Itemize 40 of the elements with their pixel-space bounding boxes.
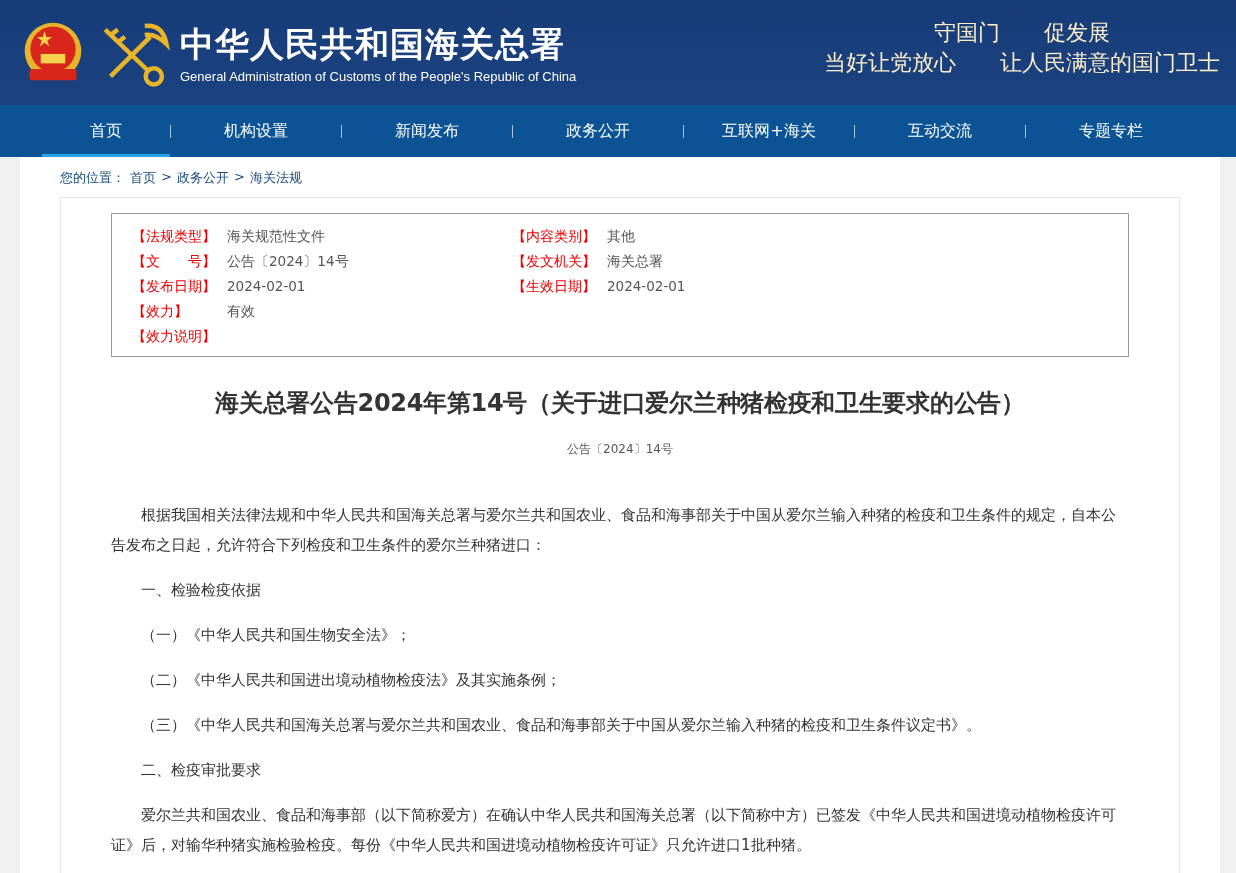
breadcrumb-label: 您的位置： <box>60 169 125 187</box>
field-label: 【发文机关】 <box>512 252 597 271</box>
nav-tab[interactable]: 互动交流 <box>855 105 1025 157</box>
field-value: 2024-02-01 <box>227 277 306 296</box>
paragraph: 爱尔兰共和国农业、食品和海事部（以下简称爱方）在确认中华人民共和国海关总署（以下简称中方）已签发《中华人民共和国进境动植物检疫许可证》后，对输华种猪实施检验检疫。每份《中华人民共和国进境动植物检疫许可证》只允许进口1批种猪。 <box>111 805 1117 856</box>
field-value: 有效 <box>227 302 255 321</box>
document-number: 公告〔2024〕14号 <box>566 441 674 458</box>
nav-tab[interactable]: 新闻发布 <box>342 105 512 157</box>
field-label: 【发布日期】 <box>132 277 217 296</box>
field-value: 其他 <box>607 227 635 246</box>
nav-tab[interactable]: 互联网+海关 <box>684 105 854 157</box>
paragraph: （一）《中华人民共和国生物安全法》； <box>140 625 412 646</box>
field-value: 2024-02-01 <box>607 277 686 296</box>
slogan-text: 当好让党放心 让人民满意的国门卫士 <box>824 48 1220 77</box>
paragraph: （三）《中华人民共和国海关总署与爱尔兰共和国农业、食品和海事部关于中国从爱尔兰输入种猪的检疫和卫生条件议定书》。 <box>140 715 982 736</box>
paragraph: 二、检疫审批要求 <box>140 760 262 781</box>
breadcrumb-link[interactable]: 政务公开 <box>176 169 229 187</box>
field-label: 【法规类型】 <box>132 227 217 246</box>
article-title: 海关总署公告2024年第14号（关于进口爱尔兰种猪检疫和卫生要求的公告） <box>214 388 1026 419</box>
nav-tab[interactable]: 机构设置 <box>171 105 341 157</box>
nav-tab[interactable]: 政务公开 <box>513 105 683 157</box>
breadcrumb-link[interactable]: 海关法规 <box>249 169 302 187</box>
field-label: 【文 号】 <box>132 252 217 271</box>
field-value: 海关规范性文件 <box>227 227 325 246</box>
nav-tab[interactable]: 专题专栏 <box>1026 105 1196 157</box>
site-subtitle: General Administration of Customs of the People's Republic of China <box>180 69 577 84</box>
site-title: 中华人民共和国海关总署 <box>180 23 566 66</box>
breadcrumb-separator: > <box>161 169 172 186</box>
field-label: 【内容类别】 <box>512 227 597 246</box>
paragraph: 一、检验检疫依据 <box>140 580 262 601</box>
field-label: 【效力】 <box>132 302 189 321</box>
field-label: 【生效日期】 <box>512 277 597 296</box>
field-value: 海关总署 <box>607 252 663 271</box>
paragraph: 根据我国相关法律法规和中华人民共和国海关总署与爱尔兰共和国农业、食品和海事部关于中国从爱尔兰输入种猪的检疫和卫生条件的规定，自本公告发布之日起，允许符合下列检疫和卫生条件的爱尔兰种猪进口： <box>111 505 1117 556</box>
field-label: 【效力说明】 <box>132 327 217 346</box>
breadcrumb-link[interactable]: 首页 <box>130 169 156 187</box>
field-value: 公告〔2024〕14号 <box>227 252 349 271</box>
breadcrumb-separator: > <box>233 169 245 186</box>
paragraph: （二）《中华人民共和国进出境动植物检疫法》及其实施条例； <box>140 670 562 691</box>
slogan-text: 守国门 促发展 <box>934 18 1110 47</box>
